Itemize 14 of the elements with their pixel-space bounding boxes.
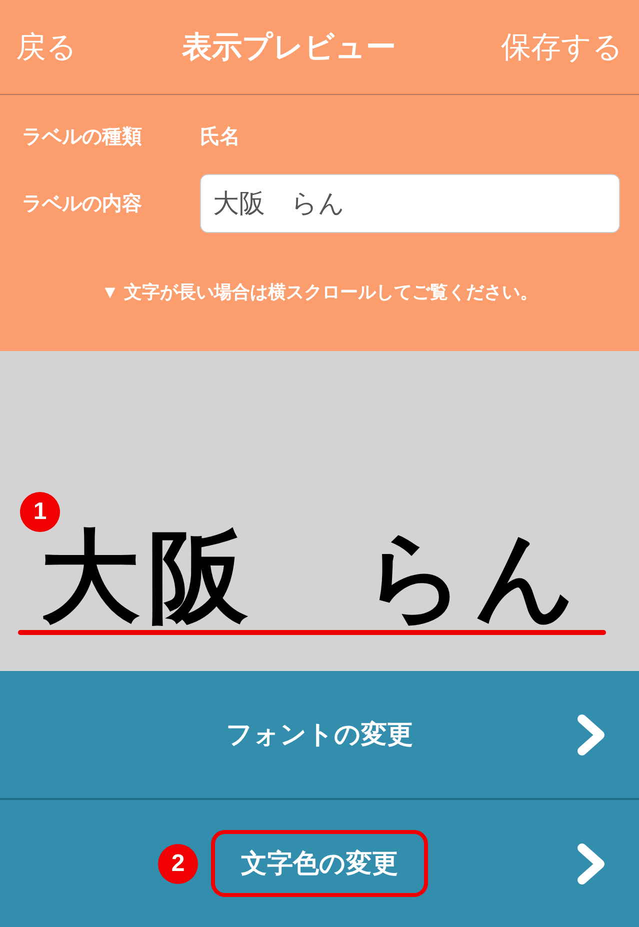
option-label: 文字色の変更 [211, 830, 428, 897]
field-label: ラベルの内容 [22, 192, 143, 216]
option-row[interactable]: 2 文字色の変更 [0, 798, 639, 927]
screen-title: 表示プレビュー [182, 30, 396, 66]
back-button[interactable]: 戻る [16, 24, 77, 70]
save-button[interactable]: 保存する [501, 24, 623, 70]
field-value: 氏名 [200, 124, 240, 150]
number-marker: 2 [158, 844, 198, 884]
number-marker: 1 [20, 492, 60, 532]
label-content-field[interactable]: 大阪 らん [200, 174, 620, 233]
field-label: ラベルの種類 [22, 125, 143, 150]
option-label: フォントの変更 [225, 718, 414, 751]
option-row[interactable]: フォントの変更 [0, 671, 639, 798]
scroll-hint: ▼ 文字が長い場合は横スクロールしてご覧ください。 [101, 280, 538, 304]
